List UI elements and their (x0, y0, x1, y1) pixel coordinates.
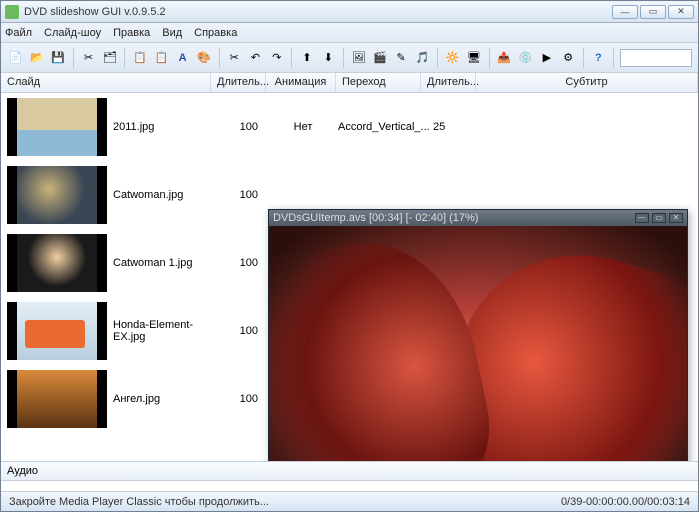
movie-icon[interactable]: 🎬 (371, 49, 388, 67)
separator (124, 48, 125, 68)
fx-icon[interactable]: 🔆 (444, 49, 461, 67)
media-player-window[interactable]: DVDsGUItemp.avs [00:34] [- 02:40] (17%) … (268, 209, 688, 461)
player-title: DVDsGUItemp.avs [00:34] [- 02:40] (17%) (273, 212, 478, 224)
list-header: Слайд Длитель... Анимация Переход Длител… (1, 73, 698, 93)
copy-icon[interactable]: 📋 (131, 49, 148, 67)
color-icon[interactable]: 🎨 (195, 49, 212, 67)
separator (437, 48, 438, 68)
help-icon[interactable]: ? (590, 49, 607, 67)
menubar: Файл Слайд-шоу Правка Вид Справка (1, 23, 698, 43)
menu-edit[interactable]: Правка (113, 27, 150, 39)
slide-transition: Accord_Vertical_... (338, 121, 423, 133)
slide-name: Ангел.jpg (113, 393, 213, 405)
table-row[interactable]: 2011.jpg 100 Нет Accord_Vertical_... 25 (1, 93, 698, 161)
player-maximize-button[interactable]: ▭ (652, 213, 666, 223)
minimize-button[interactable]: — (612, 5, 638, 19)
separator (219, 48, 220, 68)
cd-icon[interactable]: 💿 (517, 49, 534, 67)
player-minimize-button[interactable]: — (635, 213, 649, 223)
down-icon[interactable]: ⬇ (320, 49, 337, 67)
slide-tduration: 25 (423, 121, 478, 133)
thumbnail (7, 234, 107, 292)
separator (343, 48, 344, 68)
export-icon[interactable]: 📤 (496, 49, 513, 67)
maximize-button[interactable]: ▭ (640, 5, 666, 19)
separator (73, 48, 74, 68)
col-subtitle[interactable]: Субтитр (476, 73, 698, 92)
menu-file[interactable]: Файл (5, 27, 32, 39)
statusbar: Закройте Media Player Classic чтобы прод… (1, 491, 698, 511)
redo-icon[interactable]: ↷ (268, 49, 285, 67)
menu-view[interactable]: Вид (162, 27, 182, 39)
scissors-icon[interactable]: ✂ (226, 49, 243, 67)
separator (613, 48, 614, 68)
paste-icon[interactable]: 📋 (153, 49, 170, 67)
screen-icon[interactable]: 🖥 (465, 49, 482, 67)
slide-name: 2011.jpg (113, 121, 213, 133)
col-transition[interactable]: Переход (336, 73, 421, 92)
separator (291, 48, 292, 68)
status-left: Закройте Media Player Classic чтобы прод… (9, 496, 269, 508)
audio-label: Аудио (1, 461, 698, 481)
player-titlebar[interactable]: DVDsGUItemp.avs [00:34] [- 02:40] (17%) … (269, 210, 687, 226)
slide-name: Honda-Element-EX.jpg (113, 319, 213, 343)
status-right: 0/39-00:00:00.00/00:03:14 (561, 496, 690, 508)
open-icon[interactable]: 📂 (28, 49, 45, 67)
window-title: DVD slideshow GUI v.0.9.5.2 (24, 6, 612, 18)
main-window: DVD slideshow GUI v.0.9.5.2 — ▭ ✕ Файл С… (0, 0, 699, 512)
music-icon[interactable]: 🎵 (414, 49, 431, 67)
titlebar[interactable]: DVD slideshow GUI v.0.9.5.2 — ▭ ✕ (1, 1, 698, 23)
col-animation[interactable]: Анимация (266, 73, 336, 92)
slide-duration: 100 (213, 393, 268, 405)
col-duration[interactable]: Длитель... (211, 73, 266, 92)
col-slide[interactable]: Слайд (1, 73, 211, 92)
menu-slideshow[interactable]: Слайд-шоу (44, 27, 101, 39)
save-icon[interactable]: 💾 (50, 49, 67, 67)
col-tduration[interactable]: Длитель... (421, 73, 476, 92)
slide-duration: 100 (213, 257, 268, 269)
toolbar-input[interactable] (620, 49, 692, 67)
slide-duration: 100 (213, 189, 268, 201)
toolbar: 📄 📂 💾 ✂ 🗂 📋 📋 A 🎨 ✂ ↶ ↷ ⬆ ⬇ 🖼 🎬 ✎ 🎵 🔆 🖥 … (1, 43, 698, 73)
player-close-button[interactable]: ✕ (669, 213, 683, 223)
up-icon[interactable]: ⬆ (298, 49, 315, 67)
new-icon[interactable]: 📄 (7, 49, 24, 67)
slide-animation: Нет (268, 121, 338, 133)
separator (583, 48, 584, 68)
slide-list: 2011.jpg 100 Нет Accord_Vertical_... 25 … (1, 93, 698, 461)
slide-name: Catwoman.jpg (113, 189, 213, 201)
thumbnail (7, 166, 107, 224)
thumbnail (7, 370, 107, 428)
cut-icon[interactable]: ✂ (80, 49, 97, 67)
yt-icon[interactable]: ▶ (538, 49, 555, 67)
edit2-icon[interactable]: ✎ (393, 49, 410, 67)
gear-icon[interactable]: ⚙ (560, 49, 577, 67)
text-icon[interactable]: A (174, 49, 191, 67)
thumbnail (7, 98, 107, 156)
slide-duration: 100 (213, 121, 268, 133)
slide-duration: 100 (213, 325, 268, 337)
app-icon (5, 5, 19, 19)
slide-name: Catwoman 1.jpg (113, 257, 213, 269)
menu-help[interactable]: Справка (194, 27, 237, 39)
separator (489, 48, 490, 68)
undo-icon[interactable]: ↶ (247, 49, 264, 67)
img-icon[interactable]: 🖼 (350, 49, 367, 67)
close-button[interactable]: ✕ (668, 5, 694, 19)
thumbnail (7, 302, 107, 360)
props-icon[interactable]: 🗂 (101, 49, 118, 67)
player-video-area[interactable] (269, 226, 687, 461)
